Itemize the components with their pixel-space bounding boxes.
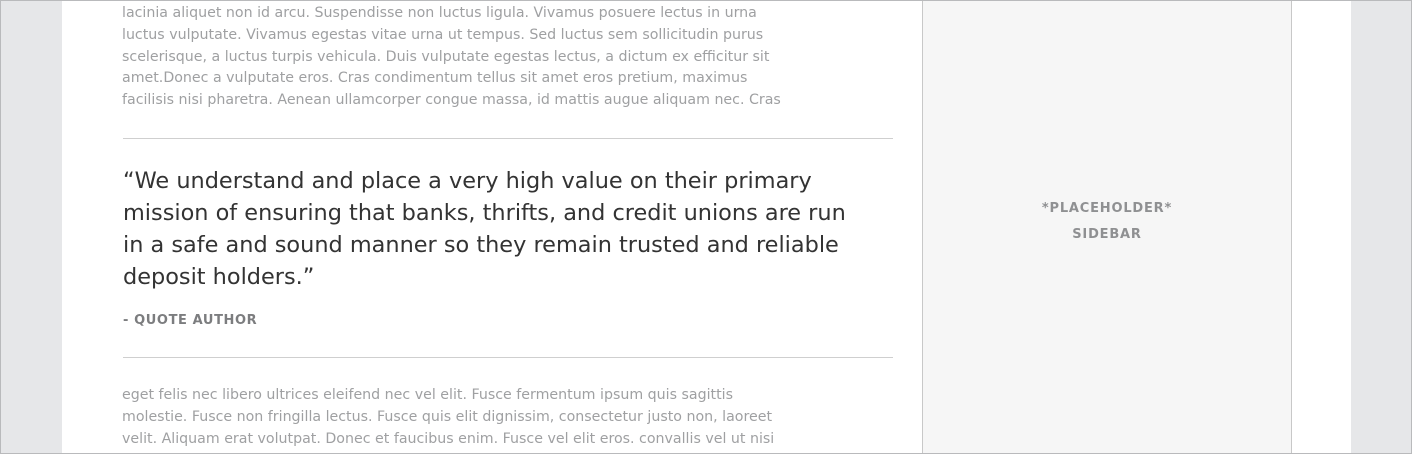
paragraph-line: eget felis nec libero ultrices eleifend …	[122, 387, 734, 403]
pull-quote-line: mission of ensuring that banks, thrifts,…	[123, 200, 846, 226]
pull-quote: “We understand and place a very high val…	[123, 165, 903, 293]
placeholder-sidebar: *PLACEHOLDER* SIDEBAR	[922, 1, 1292, 453]
pull-quote-line: in a safe and sound manner so they remai…	[123, 232, 839, 258]
body-paragraph-bottom: eget felis nec libero ultrices eleifend …	[122, 385, 802, 450]
main-content-column: lacinia aliquet non id arcu. Suspendisse…	[62, 1, 922, 453]
quote-author: - QUOTE AUTHOR	[123, 313, 258, 328]
sidebar-placeholder-label: *PLACEHOLDER* SIDEBAR	[923, 196, 1291, 248]
page-frame: lacinia aliquet non id arcu. Suspendisse…	[0, 0, 1412, 454]
body-paragraph-top: lacinia aliquet non id arcu. Suspendisse…	[122, 3, 802, 112]
paragraph-line: scelerisque, a luctus turpis vehicula. D…	[122, 48, 770, 65]
pull-quote-bottom-divider	[123, 357, 893, 358]
pull-quote-line: deposit holders.”	[123, 264, 315, 290]
pull-quote-top-divider	[123, 138, 893, 139]
paragraph-line: velit. Aliquam erat volutpat. Donec et f…	[122, 430, 775, 447]
right-gutter	[1292, 1, 1351, 453]
paragraph-line: amet.Donec a vulputate eros. Cras condim…	[122, 70, 748, 87]
sidebar-label-line: *PLACEHOLDER*	[1041, 201, 1173, 216]
paragraph-line: luctus vulputate. Vivamus egestas vitae …	[122, 26, 764, 43]
sidebar-label-line: SIDEBAR	[1072, 227, 1142, 242]
pull-quote-line: “We understand and place a very high val…	[123, 168, 812, 194]
paragraph-line: facilisis nisi pharetra. Aenean ullamcor…	[122, 92, 781, 109]
paragraph-line: molestie. Fusce non fringilla lectus. Fu…	[122, 408, 773, 425]
paragraph-line: lacinia aliquet non id arcu. Suspendisse…	[122, 5, 757, 21]
